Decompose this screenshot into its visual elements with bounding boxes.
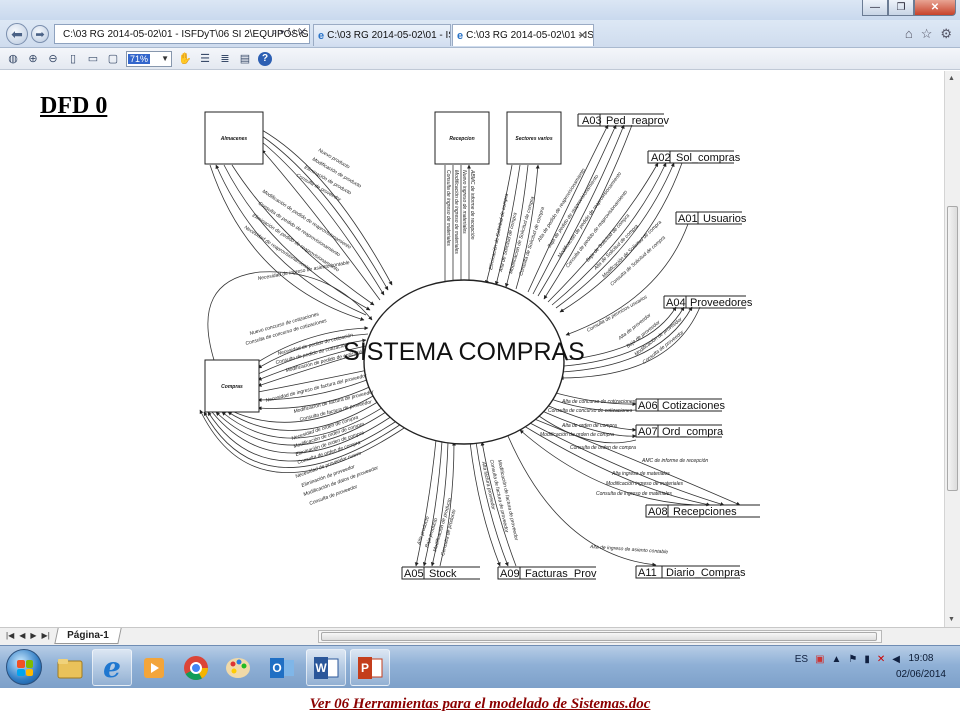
first-sheet-icon[interactable]: |◀ — [6, 631, 14, 640]
taskbar-media-player[interactable] — [134, 649, 174, 686]
flow-label: Alta de ingreso de asiento contable — [589, 544, 669, 556]
store-name: Ord_compra — [662, 426, 724, 438]
process-label: SISTEMA COMPRAS — [343, 338, 585, 366]
horizontal-scroll-thumb[interactable] — [321, 632, 877, 641]
horizontal-scrollbar[interactable] — [318, 630, 882, 643]
store-id: A06 — [638, 400, 658, 412]
taskbar-internet-explorer[interactable]: e — [92, 649, 132, 686]
store-id: A01 — [678, 213, 698, 225]
taskbar-clock[interactable]: 19:08 02/06/2014 — [896, 651, 946, 683]
store-name: Recepciones — [673, 506, 737, 518]
store-id: A04 — [666, 297, 686, 309]
paint-palette-icon — [226, 657, 250, 678]
next-sheet-icon[interactable]: ▶ — [30, 631, 36, 640]
start-button[interactable] — [6, 649, 42, 685]
svg-text:O: O — [272, 661, 281, 675]
entity-almacenes: Almacenes — [204, 111, 264, 165]
word-icon: W — [314, 656, 339, 679]
flow-label: Alta ingreso de materiales — [611, 471, 670, 477]
outlook-icon: O — [270, 657, 294, 678]
store-id: A07 — [638, 426, 658, 438]
ie-icon: e — [103, 651, 121, 684]
sheet-tab[interactable]: Página-1 — [54, 628, 122, 644]
svg-text:P: P — [361, 661, 369, 675]
entity-label: Almacenes — [220, 136, 248, 142]
store-name: Proveedores — [690, 297, 753, 309]
clock-date: 02/06/2014 — [895, 669, 946, 680]
store-id: A02 — [651, 152, 671, 164]
screen: — ❐ ✕ ⬅ ➡ C:\03 RG 2014-05-02\01 - ISFDy… — [0, 0, 960, 720]
taskbar-chrome[interactable] — [176, 649, 216, 686]
entity-label: Sectores varios — [515, 136, 552, 142]
system-tray: ES ▣ ▲ ⚑ ▮ ✕ ◀ — [795, 654, 900, 665]
store-id: A11 — [638, 567, 657, 579]
windows-taskbar: e O W P ES ▣ ▲ ⚑ ▮ ✕ ◀ 19:08 02/06/2014 — [0, 645, 960, 688]
store-id: A03 — [582, 115, 602, 127]
flow-label: Modificación de ingreso de materiales — [453, 170, 459, 254]
flow-label: Consulta de orden de compra — [570, 445, 636, 451]
entity-label: Recepcion — [449, 136, 474, 142]
store-id: A09 — [500, 568, 520, 580]
flow-label: Nuevo ingreso de materiales — [461, 170, 467, 234]
sheet-tab-label: Página-1 — [67, 630, 109, 641]
store-name: Facturas_Prov — [525, 568, 597, 580]
flow-label: Consulta de ingreso de materiales — [445, 170, 451, 246]
slide-footer: Ver 06 Herramientas para el modelado de … — [0, 688, 960, 720]
flow-label: Alta de concurso de cotizaciones — [561, 399, 636, 405]
prev-sheet-icon[interactable]: ◀ — [19, 631, 25, 640]
taskbar-outlook[interactable]: O — [262, 649, 302, 686]
flow-label: Consulta de ingreso de materiales — [596, 491, 672, 497]
store-name: Cotizaciones — [662, 400, 725, 412]
flow-label: Consulta de concurso de cotizaciones — [548, 408, 633, 414]
flow-label: ABMC de informe de recepción — [469, 169, 475, 240]
entity-label: Compras — [221, 384, 243, 390]
store-name: Ped_reaprov — [606, 115, 669, 127]
store-name: Sol_compras — [676, 152, 741, 164]
svg-text:W: W — [315, 661, 327, 675]
show-hidden-icons-icon[interactable]: ▲ — [832, 654, 842, 665]
flow-label: Modificación ingreso de materiales — [606, 481, 683, 487]
folder-icon — [57, 658, 83, 678]
flow-label: Consulta de permisos usuarios — [586, 294, 649, 334]
media-player-icon — [144, 657, 164, 678]
dfd-diagram: SISTEMA COMPRAS Almacenes Recepcion Sect… — [199, 111, 760, 580]
store-name: Stock — [429, 568, 457, 580]
store-name: Usuarios — [703, 213, 747, 225]
powerpoint-icon: P — [358, 656, 383, 679]
clock-time: 19:08 — [908, 653, 934, 664]
entity-recepcion: Recepcion — [434, 111, 490, 165]
taskbar-paint[interactable] — [218, 649, 258, 686]
store-id: A08 — [648, 506, 668, 518]
tray-app-icon[interactable]: ▣ — [815, 654, 824, 665]
language-indicator[interactable]: ES — [795, 654, 808, 665]
taskbar-powerpoint[interactable]: P — [350, 649, 390, 686]
entity-compras: Compras — [204, 359, 260, 413]
entity-sectores-varios: Sectores varios — [506, 111, 562, 165]
store-id: A05 — [404, 568, 424, 580]
last-sheet-icon[interactable]: ▶| — [42, 631, 50, 640]
network-icon[interactable]: ✕ — [877, 654, 885, 665]
sheet-navigation: |◀ ◀ ▶ ▶| — [6, 631, 50, 640]
taskbar-word[interactable]: W — [306, 649, 346, 686]
chrome-icon — [184, 655, 208, 680]
flow-label: Modificación de orden de compra — [540, 432, 614, 438]
windows-logo-icon — [17, 660, 33, 676]
flow-label: Alta de orden de compra — [561, 423, 617, 429]
action-center-flag-icon[interactable]: ⚑ — [848, 654, 857, 665]
sheet-tab-bar: |◀ ◀ ▶ ▶| Página-1 — [0, 627, 960, 645]
footer-caption: Ver 06 Herramientas para el modelado de … — [309, 695, 651, 712]
taskbar-explorer[interactable] — [50, 649, 90, 686]
battery-icon[interactable]: ▮ — [864, 654, 870, 665]
store-name: Diario_Compras — [666, 567, 746, 579]
flow-label: AMC de informe de recepción — [641, 458, 708, 464]
